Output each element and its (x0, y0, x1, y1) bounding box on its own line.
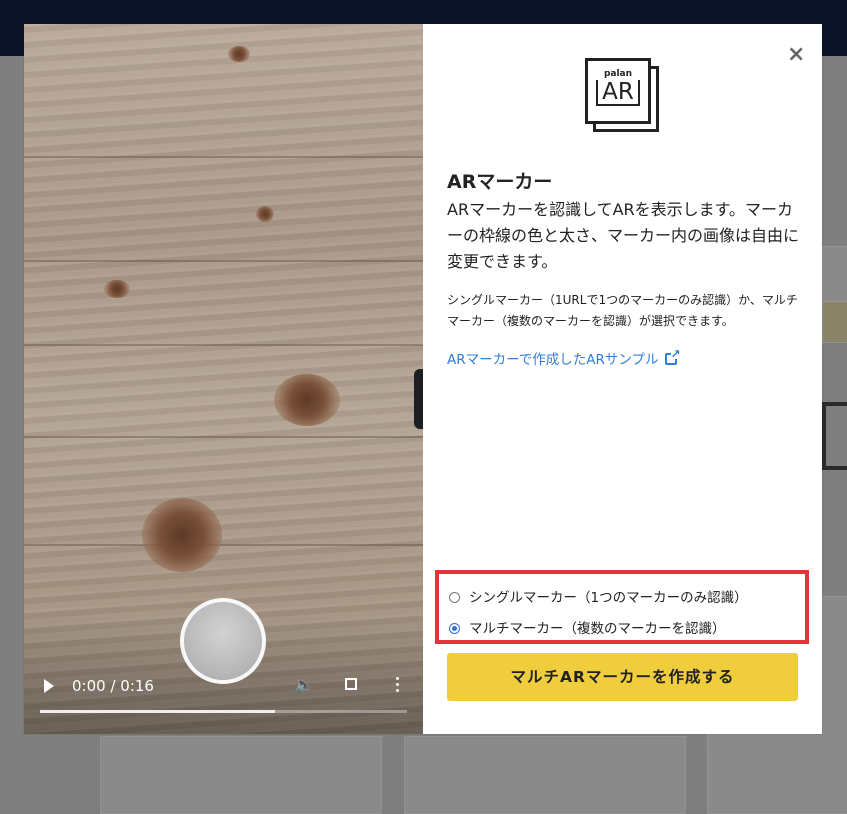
marker-type-options: シングルマーカー（1つのマーカーのみ認識） マルチマーカー（複数のマーカーを認識… (435, 570, 809, 644)
video-time: 0:00 / 0:16 (72, 677, 154, 695)
palan-ar-logo: palan AR (585, 58, 661, 134)
play-icon[interactable] (44, 679, 54, 693)
multi-marker-option[interactable]: マルチマーカー（複数のマーカーを認識） (449, 617, 726, 637)
background-card (100, 736, 382, 814)
info-panel: × palan AR ARマーカー ARマーカーを認識してARを表示します。マー… (423, 24, 822, 734)
object-edge (414, 369, 423, 429)
logo-small-text: palan (603, 69, 633, 79)
background-card (822, 246, 847, 303)
wood-grain-line (24, 544, 423, 546)
ar-marker-modal: 0:00 / 0:16 🔈 × palan AR ARマーカー ARマーカーを認… (24, 24, 822, 734)
sample-video[interactable]: 0:00 / 0:16 🔈 (24, 24, 423, 734)
more-options-icon[interactable] (396, 677, 400, 695)
wood-grain-line (24, 156, 423, 158)
multi-marker-radio[interactable] (449, 623, 460, 634)
single-marker-option[interactable]: シングルマーカー（1つのマーカーのみ認識） (449, 586, 748, 606)
create-marker-button[interactable]: マルチARマーカーを作成する (447, 653, 798, 701)
wood-grain-line (24, 436, 423, 438)
video-progress-fill (40, 710, 275, 713)
multi-marker-label: マルチマーカー（複数のマーカーを認識） (469, 621, 726, 637)
sample-link[interactable]: ARマーカーで作成したARサンプル (447, 347, 681, 368)
wood-knot (142, 498, 222, 572)
background-card (404, 736, 686, 814)
volume-icon[interactable]: 🔈 (294, 675, 314, 694)
wood-knot (228, 46, 250, 62)
wood-knot (256, 206, 274, 222)
single-marker-radio[interactable] (449, 592, 460, 603)
background-logo (822, 402, 847, 470)
sample-link-label: ARマーカーで作成したARサンプル (447, 352, 659, 368)
logo-ar-text: AR (596, 80, 640, 106)
wood-knot (274, 374, 340, 426)
external-link-icon (664, 347, 681, 365)
wood-grain-line (24, 344, 423, 346)
close-icon[interactable]: × (787, 42, 805, 67)
wood-grain-line (24, 260, 423, 262)
wood-knot (104, 280, 130, 298)
modal-description: ARマーカーを認識してARを表示します。マーカーの枠線の色と太さ、マーカー内の画… (447, 200, 800, 271)
video-progress-bar[interactable] (40, 710, 407, 713)
modal-title: ARマーカー (447, 171, 553, 193)
fullscreen-icon[interactable] (345, 678, 357, 690)
video-controls: 0:00 / 0:16 🔈 (24, 672, 423, 700)
background-card (822, 301, 847, 343)
modal-sub-description: シングルマーカー（1URLで1つのマーカーのみ認識）か、マルチマーカー（複数のマ… (447, 293, 798, 328)
single-marker-label: シングルマーカー（1つのマーカーのみ認識） (469, 590, 748, 606)
